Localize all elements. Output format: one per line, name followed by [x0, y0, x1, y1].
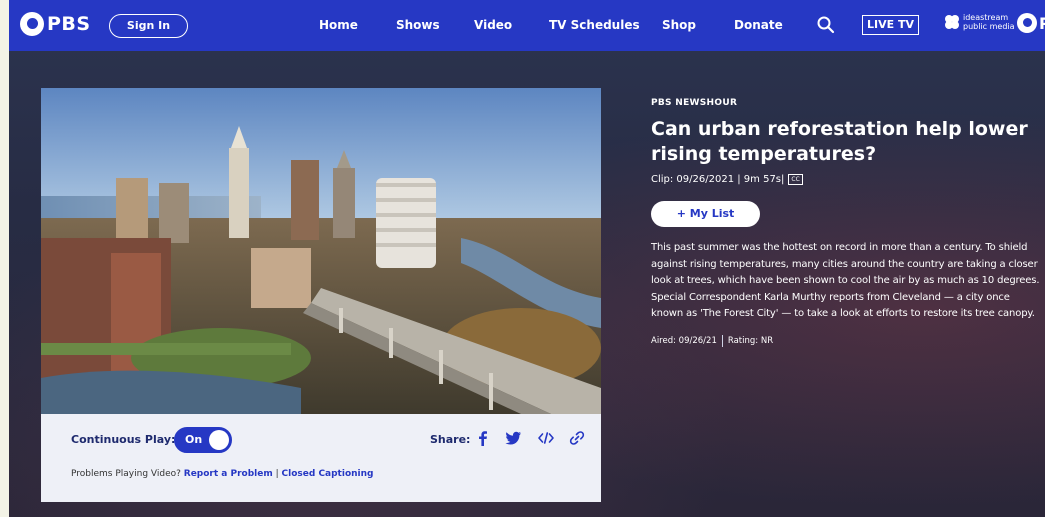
video-thumbnail — [41, 88, 601, 414]
cc-badge-icon: CC — [788, 174, 803, 185]
station-pbs-logo[interactable]: P — [1017, 13, 1045, 33]
ideastream-icon — [945, 15, 959, 29]
playback-help: Problems Playing Video? Report a Problem… — [71, 469, 373, 479]
station-name: ideastream — [963, 13, 1009, 22]
nav-home[interactable]: Home — [319, 18, 358, 32]
aired-date: Aired: 09/26/21 — [651, 335, 717, 346]
twitter-icon[interactable] — [504, 429, 522, 447]
pbs-logo-text: PBS — [47, 13, 91, 35]
pbs-head-icon — [1017, 13, 1037, 33]
closed-captioning-link[interactable]: Closed Captioning — [282, 469, 374, 479]
video-description: This past summer was the hottest on reco… — [651, 242, 1040, 319]
player-controls: Continuous Play: On Share: Problems Play… — [41, 414, 601, 502]
rating: Rating: NR — [727, 335, 774, 346]
nav-donate[interactable]: Donate — [734, 18, 783, 32]
pbs-logo[interactable]: PBS — [20, 12, 91, 36]
report-problem-link[interactable]: Report a Problem — [184, 469, 273, 479]
clip-date-duration: Clip: 09/26/2021 | 9m 57s| — [651, 174, 785, 185]
video-info: PBS NEWSHOUR Can urban reforestation hel… — [651, 98, 1041, 347]
pbs-partial-text: P — [1039, 13, 1045, 33]
toggle-state-text: On — [185, 433, 203, 446]
pbs-head-icon — [20, 12, 44, 36]
problems-text: Problems Playing Video? — [71, 469, 181, 479]
facebook-icon[interactable] — [474, 429, 492, 447]
toggle-knob — [209, 430, 229, 450]
continuous-play-toggle[interactable]: On — [174, 427, 232, 453]
nav-shop[interactable]: Shop — [662, 18, 696, 32]
video-meta: Aired: 09/26/21 Rating: NR — [651, 334, 1041, 347]
nav-shows[interactable]: Shows — [396, 18, 440, 32]
station-subtitle: public media — [963, 22, 1015, 31]
meta-divider — [721, 334, 723, 347]
nav-video[interactable]: Video — [474, 18, 512, 32]
sign-in-button[interactable]: Sign In — [109, 14, 188, 38]
help-divider: | — [275, 469, 279, 479]
search-icon[interactable] — [816, 15, 836, 35]
video-player[interactable] — [41, 88, 601, 414]
page-frame: PBS Sign In Home Shows Video TV Schedule… — [9, 0, 1045, 517]
link-icon[interactable] — [568, 429, 586, 447]
embed-icon[interactable] — [537, 429, 555, 447]
station-logo[interactable]: ideastream public media — [944, 13, 1015, 31]
show-name-link[interactable]: PBS NEWSHOUR — [651, 98, 1041, 108]
add-to-my-list-button[interactable]: + My List — [651, 201, 760, 227]
share-label: Share: — [430, 433, 471, 446]
top-navigation: PBS Sign In Home Shows Video TV Schedule… — [9, 0, 1045, 51]
clip-info: Clip: 09/26/2021 | 9m 57s| CC — [651, 174, 1041, 185]
live-tv-button[interactable]: LIVE TV — [862, 15, 919, 35]
continuous-play-label: Continuous Play: — [71, 433, 176, 446]
video-title: Can urban reforestation help lower risin… — [651, 118, 1028, 165]
nav-tv-schedules[interactable]: TV Schedules — [549, 18, 640, 32]
